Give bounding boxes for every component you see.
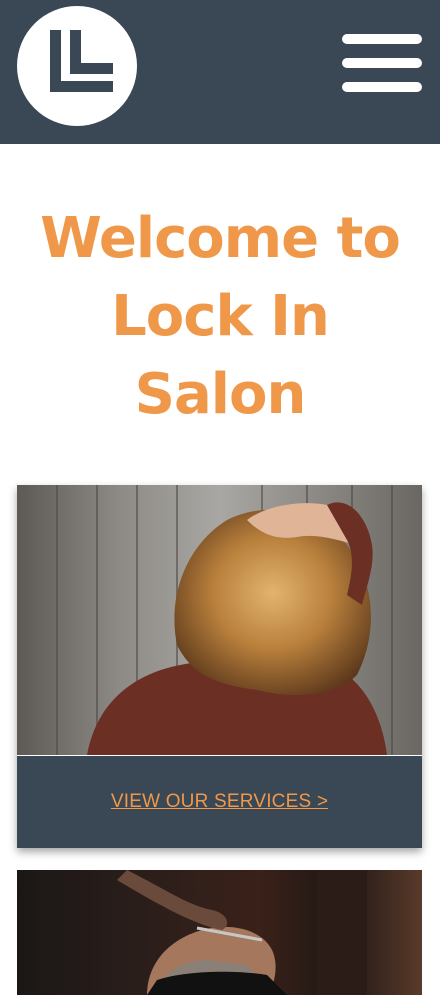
services-card: VIEW OUR SERVICES >: [17, 485, 422, 848]
card-footer: VIEW OUR SERVICES >: [17, 756, 422, 848]
barber-photo: [17, 870, 422, 995]
menu-bar: [342, 82, 422, 92]
barber-card: [17, 870, 422, 995]
title-line: Salon: [134, 362, 307, 427]
page-title: Welcome to Lock In Salon: [0, 200, 440, 434]
menu-bar: [342, 58, 422, 68]
site-header: [0, 0, 440, 144]
hamburger-menu-icon[interactable]: [342, 34, 422, 92]
lock-in-logo-icon[interactable]: [17, 6, 137, 126]
menu-bar: [342, 34, 422, 44]
woman-hair-photo: [17, 485, 422, 755]
view-services-link[interactable]: VIEW OUR SERVICES >: [111, 791, 328, 813]
title-line: Lock In: [111, 284, 330, 349]
title-line: Welcome to: [40, 206, 401, 271]
